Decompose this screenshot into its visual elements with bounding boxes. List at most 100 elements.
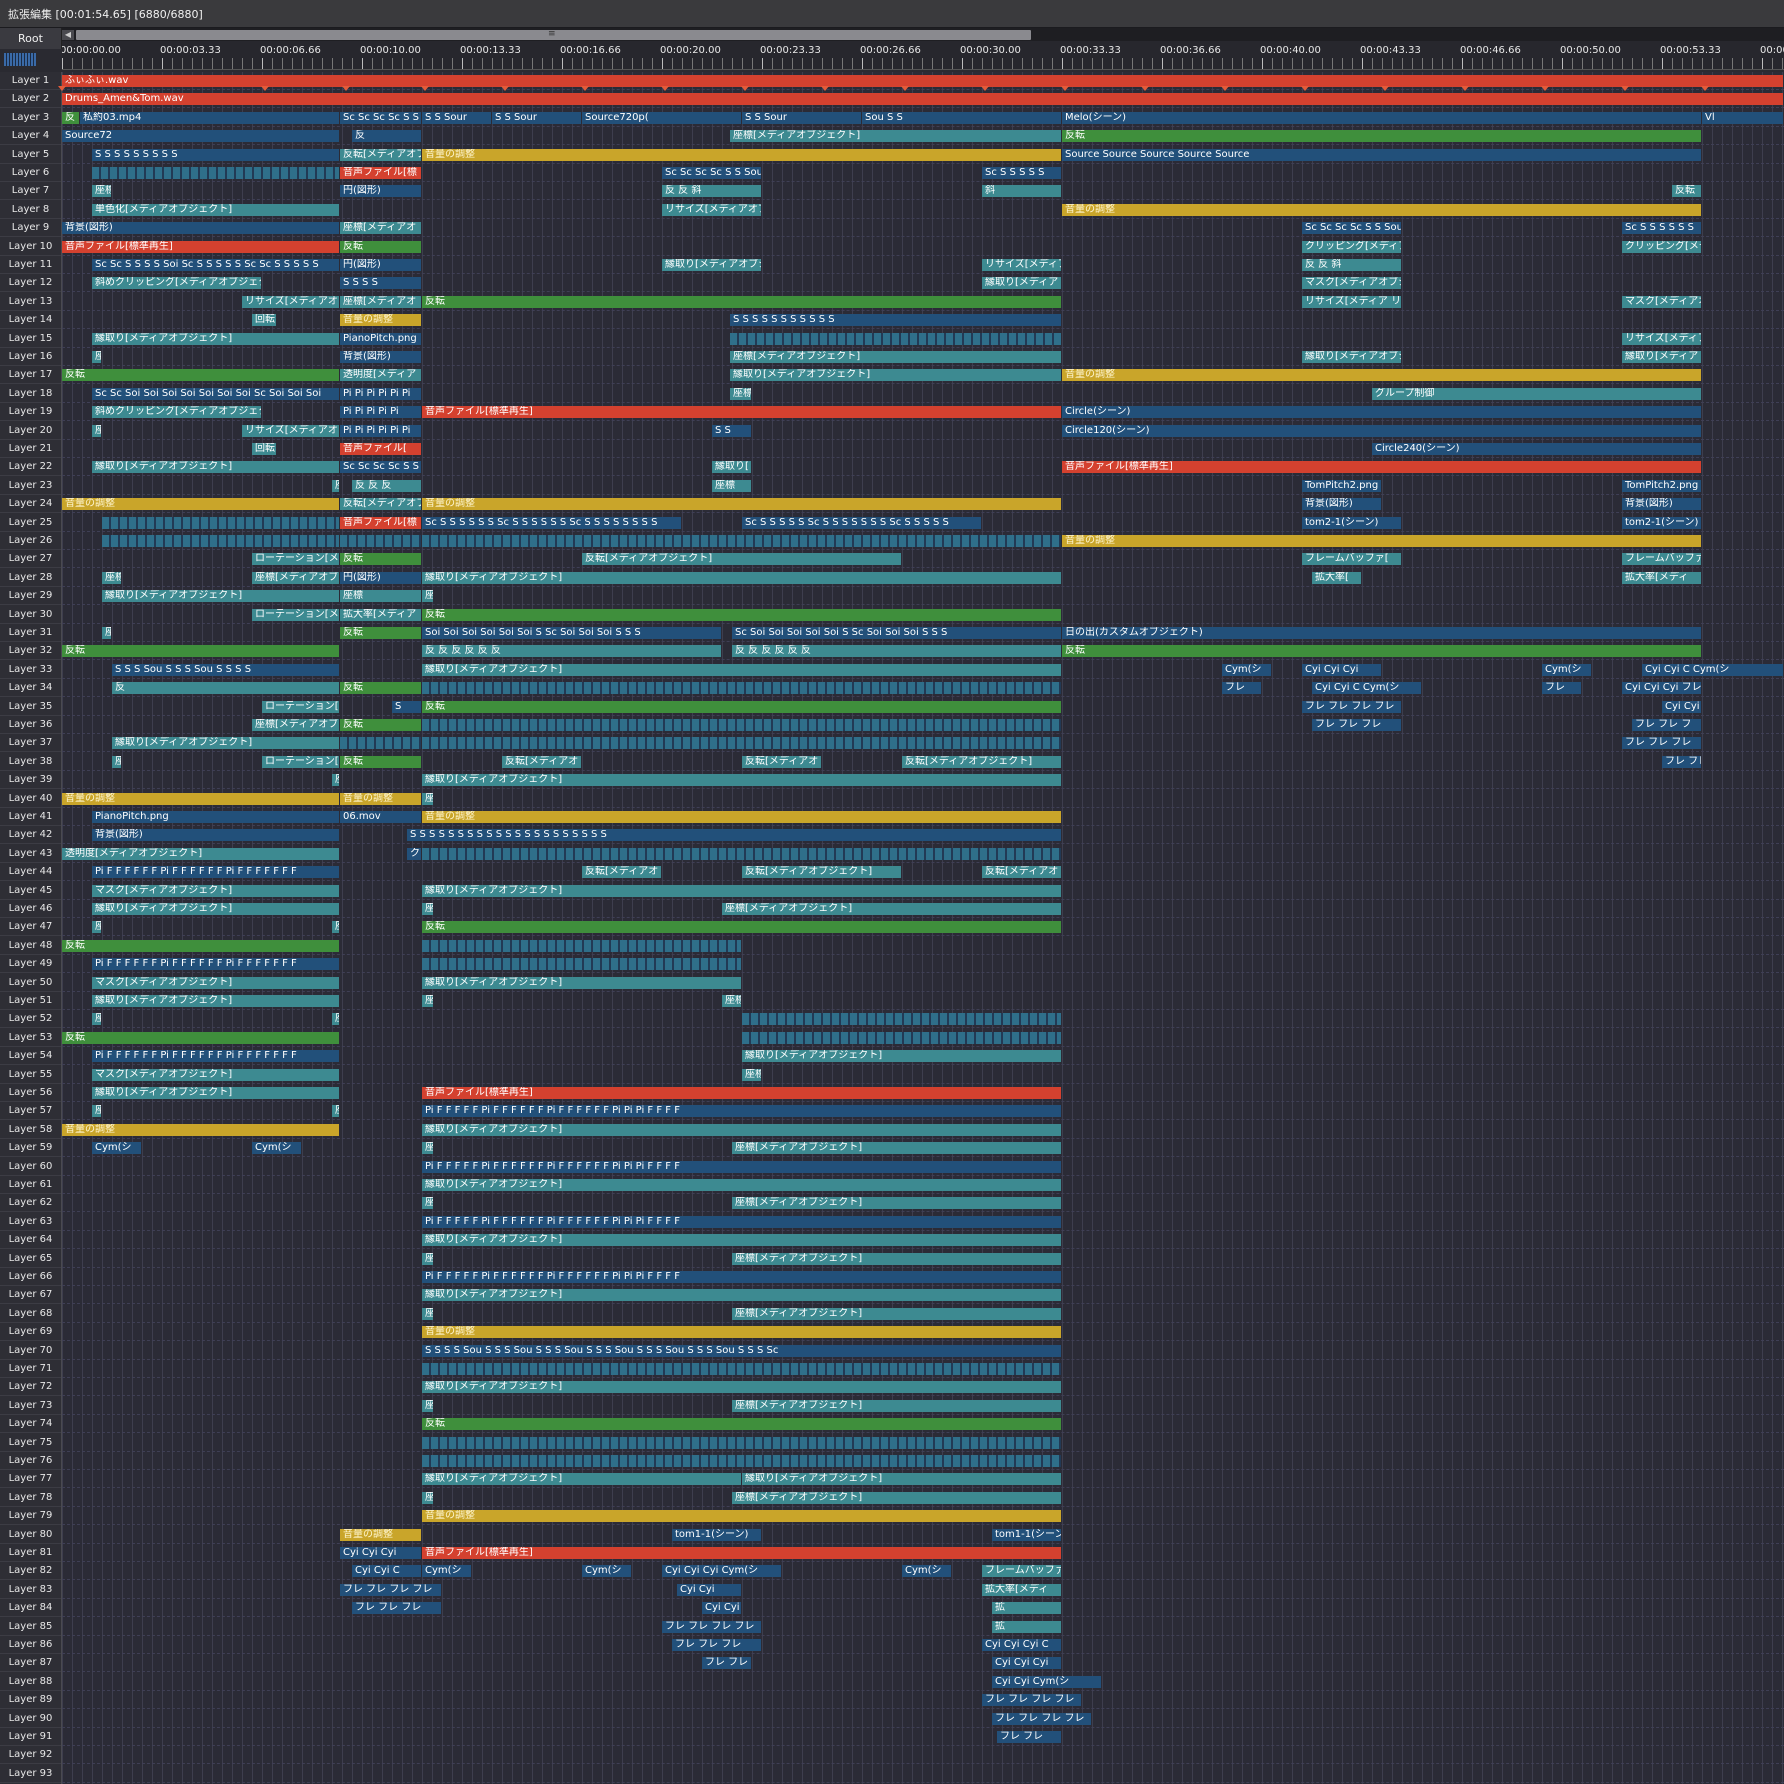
timeline-clip[interactable]: 縁取り[メディアオブジェクト]	[422, 774, 1061, 787]
timeline-clip[interactable]: Sc Sc Sc Sc S S Sou	[1302, 222, 1401, 235]
timeline-clip[interactable]: 反転	[340, 755, 421, 768]
timeline-clip[interactable]: 縁取り[メディアオブジェクト]	[422, 976, 741, 989]
layer-header[interactable]: Layer 57	[0, 1102, 61, 1121]
timeline-clip[interactable]: 縁取り[メディアオブジェクト]	[422, 1289, 1061, 1302]
layer-header[interactable]: Layer 24	[0, 495, 61, 514]
timeline-clip[interactable]: フレ フレ	[1662, 755, 1701, 768]
layer-track-row[interactable]: フレ フレ Cyi Cyi Cyi	[62, 1654, 1784, 1673]
timeline-clip[interactable]: 縁取り[メディアオブジェクト]	[422, 1123, 1061, 1136]
timeline-clip[interactable]: Circle240(シーン)	[1372, 443, 1701, 455]
timeline-clip[interactable]: S S Sour	[742, 111, 861, 124]
timeline-clip[interactable]: 反転	[422, 700, 1061, 713]
timeline-clip[interactable]: 音量の調整	[422, 1510, 1061, 1523]
layer-track-row[interactable]: 反転反 反 反 反 反 反反 反 反 反 反 反反転	[62, 642, 1784, 661]
timeline-clip[interactable]: フレームバッファ[	[982, 1565, 1061, 1578]
timeline-clip[interactable]: クリッピング[メディアオ	[1302, 240, 1401, 253]
timeline-clip[interactable]	[422, 1436, 1061, 1449]
timeline-clip[interactable]	[92, 167, 339, 179]
timeline-clip[interactable]: 反転	[422, 608, 1061, 621]
timeline-clip[interactable]: Sc Sc Sc Sc S S	[340, 111, 421, 124]
timeline-clip[interactable]: フレ フレ フレ	[1312, 719, 1401, 731]
layer-header[interactable]: Layer 70	[0, 1342, 61, 1360]
timeline-clip[interactable]: 縁取り[メディアオブジェクト]	[422, 663, 1061, 676]
layer-header[interactable]: Layer 26	[0, 532, 61, 550]
timeline-clip[interactable]: 座標	[422, 1252, 433, 1265]
layer-header[interactable]: Layer 56	[0, 1084, 61, 1102]
layer-header[interactable]: Layer 28	[0, 569, 61, 587]
timeline-clip[interactable]	[422, 737, 1061, 750]
layer-track-row[interactable]: 座標 座標[メディアオブジェクト]	[62, 1250, 1784, 1268]
timeline-clip[interactable]: 反転[メディアオブジェクト]	[902, 755, 1061, 768]
timeline-clip[interactable]: 座標[メディアオブジェクト]	[730, 351, 1061, 363]
timeline-clip[interactable]: 座標	[742, 1068, 761, 1081]
timeline-clip[interactable]: Pi F F F F F Pi F F F F F F Pi F F F F F…	[422, 1105, 1061, 1118]
timeline-clip[interactable]: フレ フレ フレ フレ	[340, 1583, 441, 1596]
timeline-clip[interactable]: Drums_Amen&Tom.wav	[62, 93, 1783, 106]
timeline-clip[interactable]: Source720p(	[582, 111, 741, 124]
timeline-clip[interactable]: 座標[メディアオブ	[252, 571, 339, 584]
timeline-clip[interactable]: 斜めクリッピング[メディアオブジェクト]	[92, 277, 261, 290]
timeline-clip[interactable]: 座標[メディアオブジェクト]	[730, 130, 1061, 143]
timeline-clip[interactable]: マスク[メディアオブジェクト]	[92, 1068, 339, 1081]
layer-track-row[interactable]: 反転	[62, 1029, 1784, 1047]
layer-track-row[interactable]: フレ フレ フレ フレ 拡	[62, 1618, 1784, 1636]
timeline-clip[interactable]: 縁取り[メディアオブジェクト]	[422, 1234, 1061, 1247]
layer-header[interactable]: Layer 86	[0, 1636, 61, 1654]
timeline-clip[interactable]: 反転[メディアオ	[742, 755, 821, 768]
layer-header[interactable]: Layer 78	[0, 1489, 61, 1507]
layer-track-row[interactable]: PianoPitch.png 06.mov 音量の調整	[62, 808, 1784, 826]
timeline-clip[interactable]: 音量の調整	[62, 792, 339, 805]
layer-track-row[interactable]: フレ フレ	[62, 1728, 1784, 1746]
timeline-clip[interactable]: S S S Sou S S S Sou S S S S	[112, 663, 339, 676]
timeline-clip[interactable]: 縁取り[メディアオブジェクト]	[742, 1473, 1061, 1486]
layer-track-row[interactable]: フレ フレ フレ フレ Cyi Cyi 拡大率[メディ	[62, 1581, 1784, 1599]
timeline-clip[interactable]: フレ フレ フ	[1632, 719, 1701, 731]
layer-track-row[interactable]: 斜めクリッピング[メディアオブジェクト] Pi Pi Pi Pi Pi音声ファイル…	[62, 403, 1784, 422]
timeline-clip[interactable]	[340, 535, 421, 547]
timeline-clip[interactable]	[102, 516, 339, 529]
layer-header[interactable]: Layer 45	[0, 882, 61, 900]
timeline-clip[interactable]: 座標[メディアオブジェクト]	[732, 1252, 1061, 1265]
layer-track-row[interactable]: 縁取り[メディアオブジェクト]	[62, 1231, 1784, 1250]
layer-header[interactable]: Layer 2	[0, 90, 61, 109]
timeline-clip[interactable]	[102, 535, 339, 547]
layer-header[interactable]: Layer 39	[0, 771, 61, 790]
timeline-clip[interactable]: Cyi Cyi Cyi C	[982, 1639, 1061, 1651]
layer-header[interactable]: Layer 52	[0, 1010, 61, 1029]
layer-track-row[interactable]: 背景(図形) 座標[メディアオ Sc Sc Sc Sc S S Sou Sc S S …	[62, 219, 1784, 238]
layer-track-row[interactable]: 座標 座標[メディアオブジェクト]	[62, 1397, 1784, 1415]
layer-header[interactable]: Layer 29	[0, 587, 61, 606]
timeline-clip[interactable]: フレ	[1222, 682, 1261, 695]
timeline-clip[interactable]: 反転[メディアオブジェクト]	[582, 553, 901, 566]
timeline-clip[interactable]: 音量の調整	[422, 811, 1061, 823]
timeline-clip[interactable]: 反転	[1062, 645, 1701, 658]
timeline-clip[interactable]: フレ フレ	[997, 1731, 1061, 1743]
timeline-clip[interactable]: Cyi Cyi Cyi	[992, 1657, 1061, 1670]
timeline-clip[interactable]: tom2-1(シーン)	[1622, 516, 1701, 529]
timeline-clip[interactable]: 音量の調整	[62, 1123, 339, 1136]
layer-header[interactable]: Layer 50	[0, 974, 61, 992]
layer-track-row[interactable]: Pi F F F F F Pi F F F F F F Pi F F F F F…	[62, 1158, 1784, 1176]
timeline-clip[interactable]: 背景(図形)	[1622, 498, 1701, 511]
layer-track-row[interactable]: ローテーション[メ 反転 反転[メディアオブジェクト] フレームバッファ[フレームバッ…	[62, 550, 1784, 569]
timeline-clip[interactable]: 反転	[340, 719, 421, 731]
layer-header[interactable]: Layer 13	[0, 293, 61, 311]
layer-header[interactable]: Layer 22	[0, 458, 61, 477]
timeline-clip[interactable]: 反転	[62, 645, 339, 658]
layer-track-row[interactable]: フレ フレ フレ フレ	[62, 1691, 1784, 1710]
layer-track-row[interactable]: Pi F F F F F Pi F F F F F F Pi F F F F F…	[62, 1213, 1784, 1231]
timeline-clip[interactable]: 拡大率[メディ	[1622, 571, 1701, 584]
timeline-clip[interactable]: 06.mov	[340, 811, 421, 823]
timeline-clip[interactable]: 音量の調整	[340, 1528, 421, 1541]
layer-track-row[interactable]: 座標 座標 Pi F F F F F Pi F F F F F F Pi F F F…	[62, 1102, 1784, 1121]
layer-header[interactable]: Layer 7	[0, 182, 61, 201]
layer-track-row[interactable]: 座標 座標[メディアオブジェクト]	[62, 1305, 1784, 1323]
timeline-clip[interactable]: 音量の調整	[422, 148, 1061, 161]
timeline-clip[interactable]	[422, 847, 1061, 860]
timeline-clip[interactable]: Cyi Cyi	[677, 1583, 741, 1596]
layer-track-row[interactable]: リサイズ[メディアオブ 座標[メディアオ 反転 リサイズ[メディア リサ マスク[メディ…	[62, 293, 1784, 311]
timeline-clip[interactable]: フレームバッファ[	[1302, 553, 1401, 566]
timeline-clip[interactable]: ふぃふぃ.wav	[62, 75, 1783, 87]
timeline-clip[interactable]: グループ制御	[1372, 387, 1701, 400]
layer-header[interactable]: Layer 51	[0, 992, 61, 1010]
